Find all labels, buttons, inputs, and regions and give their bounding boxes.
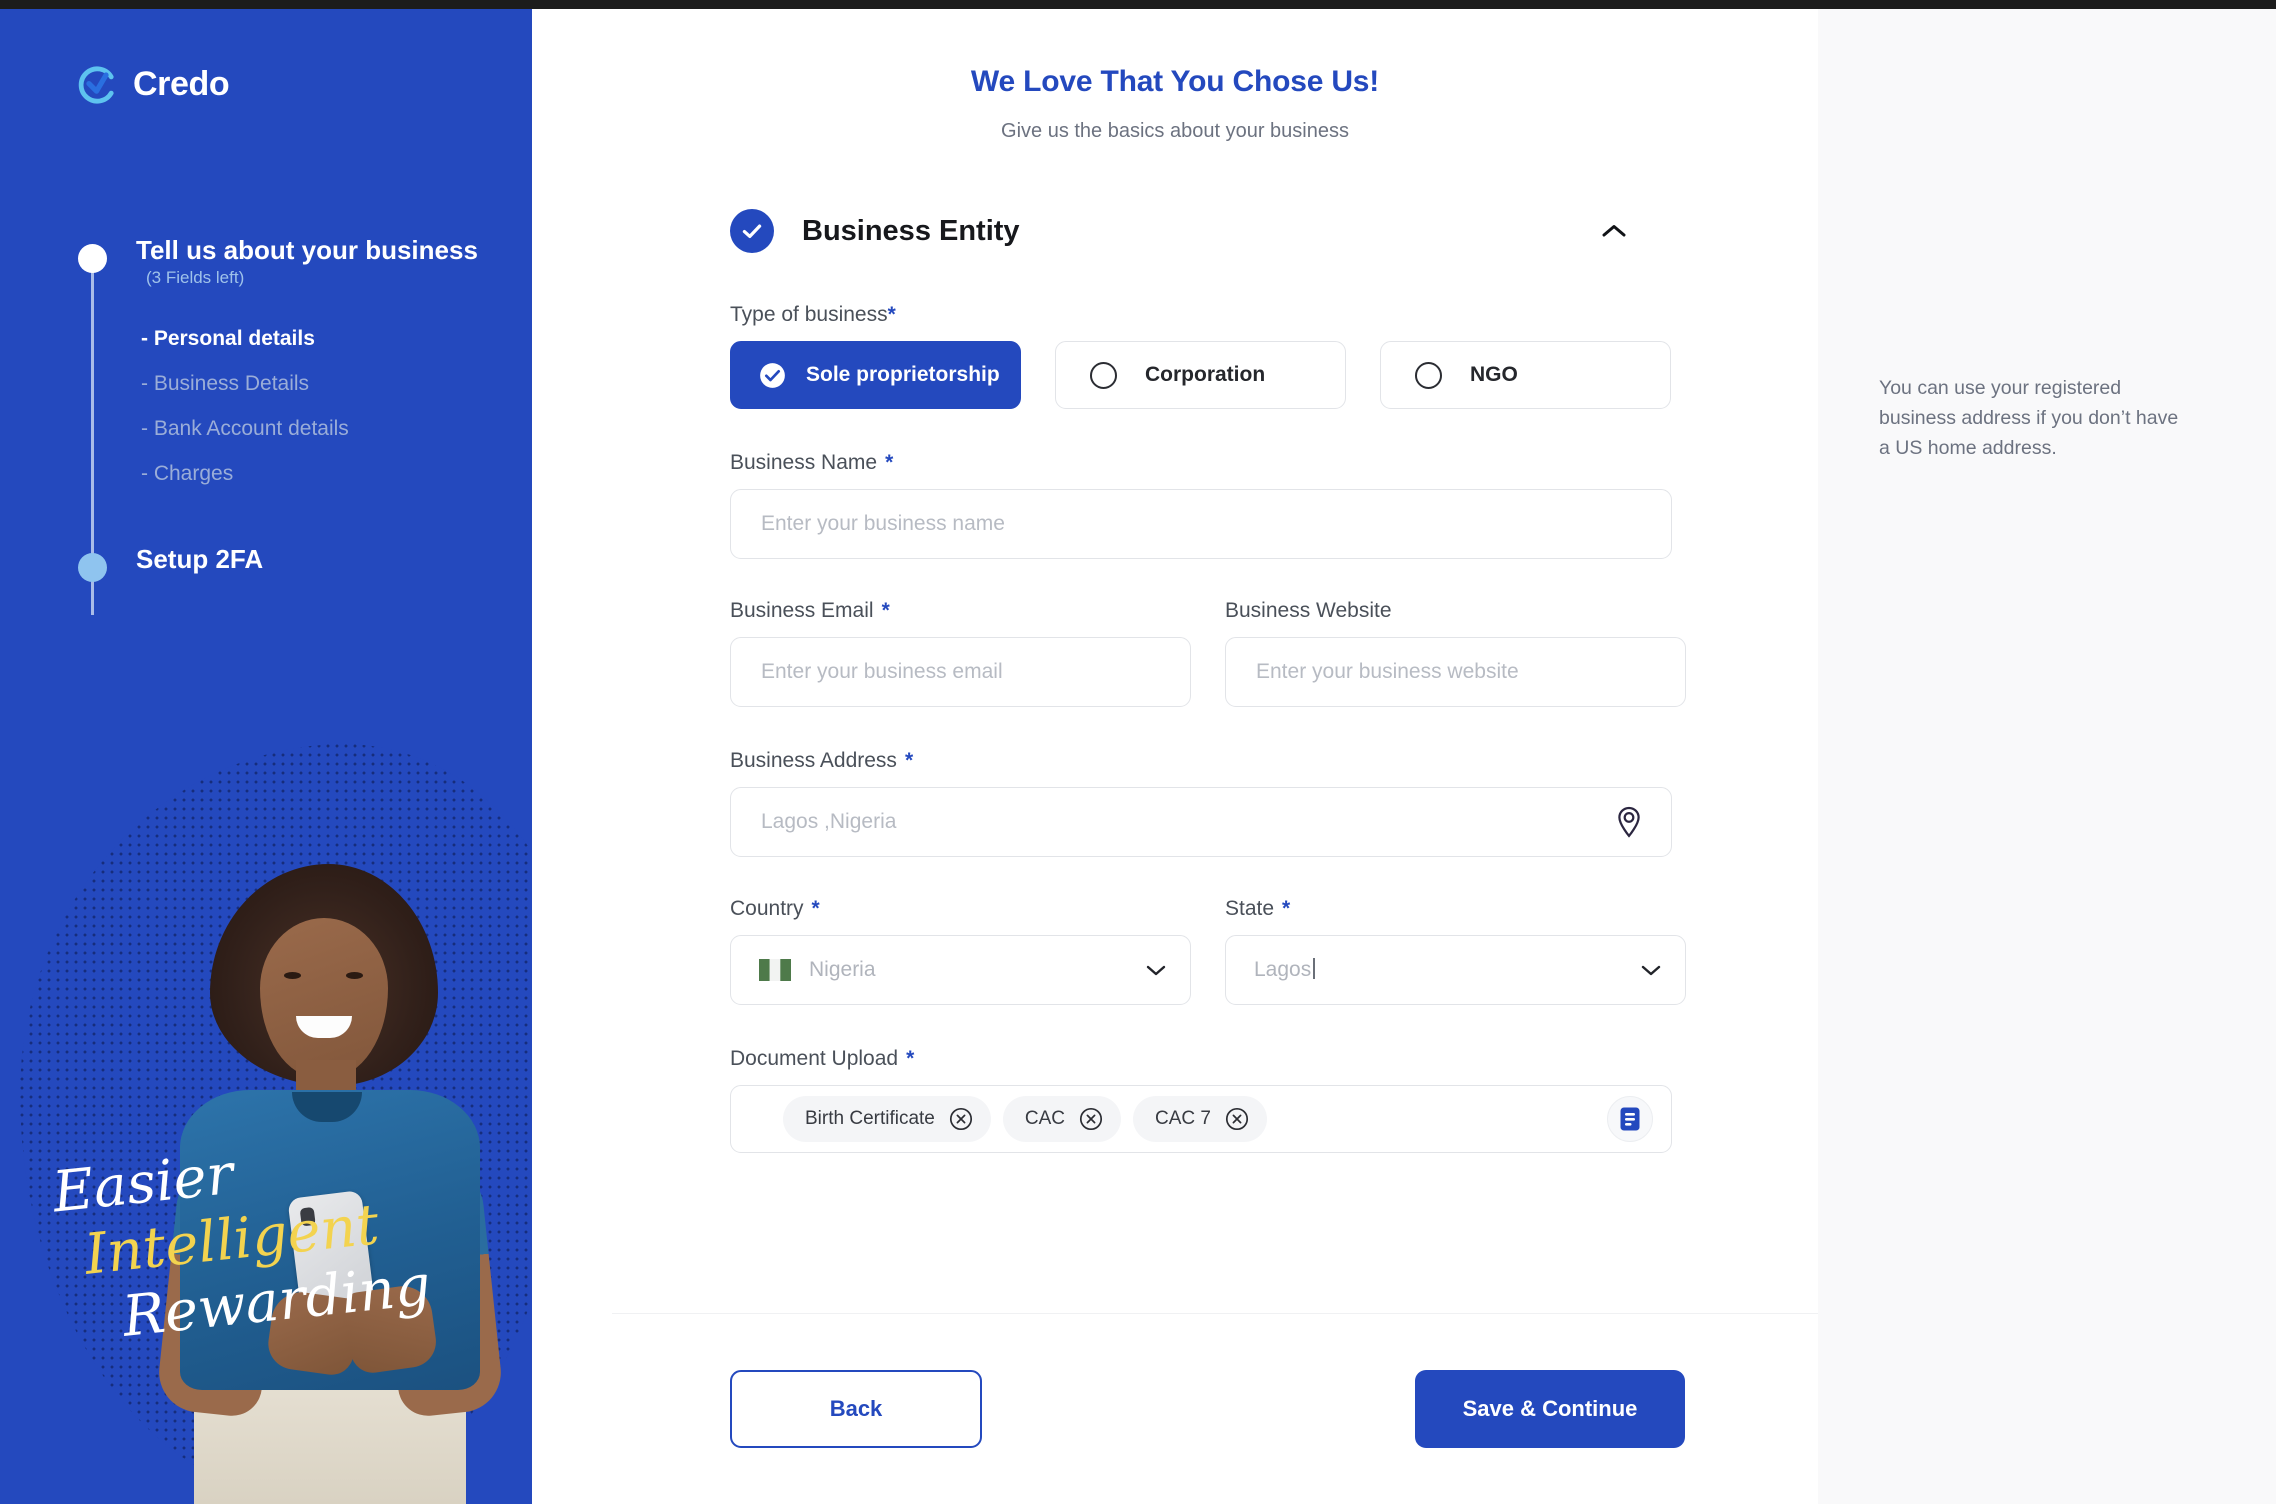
business-address-wrapper bbox=[730, 787, 1672, 857]
step-fields-left-hint: (3 Fields left) bbox=[146, 267, 245, 287]
section-header-business-entity: Business Entity bbox=[730, 203, 1670, 259]
radio-label-corporation: Corporation bbox=[1145, 363, 1266, 386]
page-title: We Love That You Chose Us! bbox=[970, 65, 1380, 98]
brand-name: Credo bbox=[133, 65, 230, 103]
field-group-business-name: Business Name * bbox=[730, 451, 1686, 559]
country-select[interactable]: Nigeria bbox=[730, 935, 1191, 1005]
sidebar-item-business-details[interactable]: - Business Details bbox=[136, 361, 498, 406]
business-type-radio-group: Sole proprietorship Corporation NGO bbox=[730, 341, 1686, 409]
field-group-business-type: Type of business* Sole proprietorship Co… bbox=[730, 303, 1686, 409]
state-select-wrapper: Lagos bbox=[1225, 935, 1686, 1005]
step-dot-pending bbox=[78, 552, 107, 582]
credo-c-check-logo bbox=[78, 65, 114, 104]
section-title: Business Entity bbox=[802, 214, 1020, 247]
radio-circle-icon bbox=[1415, 361, 1442, 389]
radio-option-corporation[interactable]: Corporation bbox=[1055, 341, 1346, 409]
business-address-input[interactable] bbox=[730, 787, 1672, 857]
document-upload-field[interactable]: Birth Certificate CAC CAC 7 bbox=[730, 1085, 1672, 1153]
chevron-up-icon[interactable] bbox=[1592, 209, 1636, 253]
country-select-wrapper: Nigeria bbox=[730, 935, 1191, 1005]
label-business-website: Business Website bbox=[1225, 599, 1392, 622]
chevron-down-icon bbox=[1146, 965, 1166, 975]
x-circle-icon[interactable] bbox=[949, 1107, 973, 1131]
label-state: State * bbox=[1225, 897, 1291, 920]
radio-option-ngo[interactable]: NGO bbox=[1380, 341, 1671, 409]
back-button[interactable]: Back bbox=[730, 1370, 982, 1448]
document-upload-icon[interactable] bbox=[1607, 1096, 1653, 1142]
radio-option-sole-proprietorship[interactable]: Sole proprietorship bbox=[730, 341, 1021, 409]
radio-label-ngo: NGO bbox=[1470, 363, 1518, 386]
check-circle-icon bbox=[730, 209, 774, 253]
sidebar-item-bank-account-details[interactable]: - Bank Account details bbox=[136, 406, 498, 451]
field-country: Country * Nigeria bbox=[730, 897, 1191, 1005]
document-chip: CAC bbox=[1002, 1096, 1121, 1142]
business-email-input[interactable] bbox=[730, 637, 1191, 707]
label-business-email: Business Email * bbox=[730, 599, 890, 622]
document-chip-label: CAC 7 bbox=[1155, 1108, 1211, 1129]
label-type-of-business: Type of business* bbox=[730, 303, 896, 326]
document-chip: Birth Certificate bbox=[783, 1096, 991, 1142]
form-footer-bar: Back Save & Continue bbox=[612, 1313, 1818, 1504]
field-state: State * Lagos bbox=[1225, 897, 1686, 1005]
business-entity-form: Business Entity Type of business* Sole p… bbox=[532, 203, 1818, 1313]
sidebar-illustration: Easier Intelligent Rewarding bbox=[0, 724, 532, 1504]
document-chip-label: CAC bbox=[1024, 1108, 1065, 1129]
radio-circle-icon bbox=[1090, 361, 1117, 389]
chevron-down-icon bbox=[1641, 965, 1661, 975]
field-group-document-upload: Document Upload* Birth Certificate CAC bbox=[730, 1047, 1686, 1153]
sidebar-step-business[interactable]: Tell us about your business (3 Fields le… bbox=[78, 234, 498, 496]
step-title-2fa: Setup 2FA bbox=[136, 543, 264, 574]
save-and-continue-button[interactable]: Save & Continue bbox=[1415, 1370, 1685, 1448]
label-business-address: Business Address * bbox=[730, 749, 914, 772]
field-business-email: Business Email * bbox=[730, 599, 1191, 707]
x-circle-icon[interactable] bbox=[1225, 1107, 1249, 1131]
sidebar-item-charges[interactable]: - Charges bbox=[136, 451, 498, 496]
business-website-input[interactable] bbox=[1225, 637, 1686, 707]
label-country: Country * bbox=[730, 897, 820, 920]
step-title: Tell us about your business bbox=[136, 235, 478, 265]
field-business-website: Business Website bbox=[1225, 599, 1686, 707]
radio-label-sole-proprietorship: Sole proprietorship bbox=[806, 363, 1000, 386]
app-root: Credo Tell us about your business (3 Fie… bbox=[0, 0, 2276, 1504]
page-subtitle: Give us the basics about your business bbox=[1001, 120, 1349, 142]
sidebar-step-setup-2fa[interactable]: Setup 2FA bbox=[78, 543, 498, 582]
label-business-name: Business Name * bbox=[730, 451, 894, 474]
page-header: We Love That You Chose Us! Give us the b… bbox=[532, 9, 1818, 143]
field-group-country-state: Country * Nigeria State * Lagos bbox=[730, 897, 1686, 1005]
substep-list: - Personal details - Business Details - … bbox=[136, 316, 498, 496]
step-dot-active bbox=[78, 244, 107, 273]
browser-chrome-edge bbox=[0, 0, 2276, 9]
progress-stepper: Tell us about your business (3 Fields le… bbox=[78, 234, 498, 615]
address-helper-text: You can use your registered business add… bbox=[1879, 377, 2179, 460]
field-group-email-website: Business Email* Business Website bbox=[730, 599, 1686, 707]
country-select-value: Nigeria bbox=[809, 958, 876, 981]
brand-logo-area: Credo bbox=[78, 65, 230, 104]
document-chip-label: Birth Certificate bbox=[805, 1108, 935, 1129]
main-content-panel: We Love That You Chose Us! Give us the b… bbox=[532, 9, 1818, 1504]
check-circle-filled-icon bbox=[759, 362, 786, 389]
x-circle-icon[interactable] bbox=[1079, 1107, 1103, 1131]
field-group-business-address: Business Address * bbox=[730, 749, 1686, 857]
scroll-fade-overlay bbox=[532, 1271, 1818, 1313]
state-select-value: Lagos bbox=[1254, 958, 1641, 982]
nigeria-flag-icon bbox=[759, 959, 791, 981]
state-select[interactable]: Lagos bbox=[1225, 935, 1686, 1005]
label-document-upload: Document Upload * bbox=[730, 1047, 915, 1070]
tagline-block: Easier Intelligent Rewarding bbox=[46, 1142, 466, 1350]
business-name-input[interactable] bbox=[730, 489, 1672, 559]
onboarding-sidebar: Credo Tell us about your business (3 Fie… bbox=[0, 9, 532, 1504]
document-chip: CAC 7 bbox=[1133, 1096, 1267, 1142]
location-pin-icon[interactable] bbox=[1612, 805, 1646, 839]
sidebar-item-personal-details[interactable]: - Personal details bbox=[136, 316, 498, 361]
